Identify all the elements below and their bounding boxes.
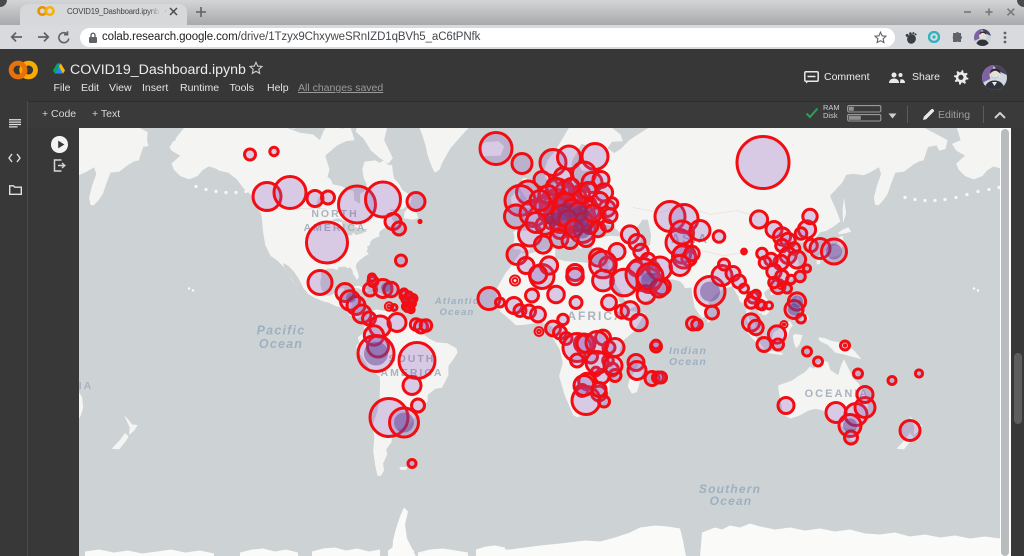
svg-text:IA: IA: [79, 380, 93, 392]
svg-text:Pacific: Pacific: [257, 323, 306, 337]
svg-text:Ocean: Ocean: [439, 307, 474, 318]
svg-text:Ocean: Ocean: [669, 356, 707, 368]
svg-text:Atlantic: Atlantic: [434, 296, 479, 307]
svg-text:Ocean: Ocean: [259, 337, 303, 351]
svg-text:Ocean: Ocean: [710, 494, 753, 508]
